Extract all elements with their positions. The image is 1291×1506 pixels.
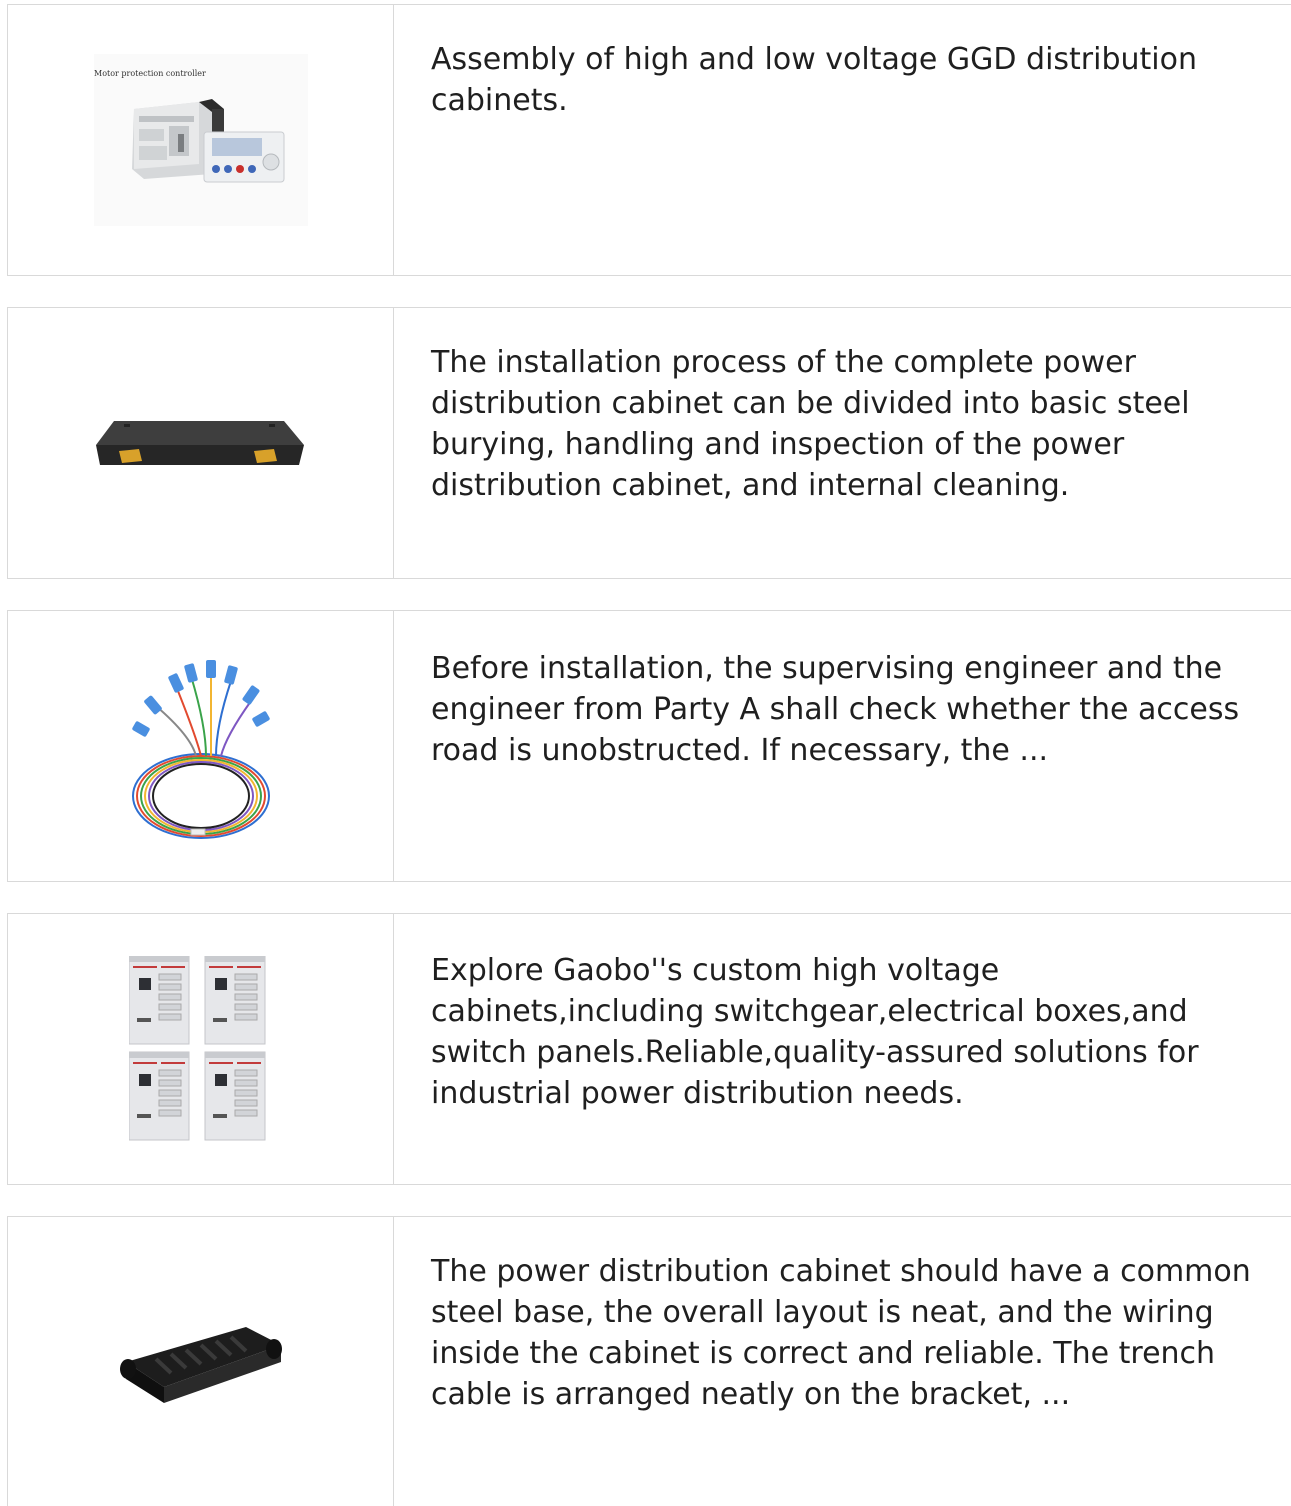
list-item[interactable]: The power distribution cabinet should ha… xyxy=(7,1216,1291,1506)
item-thumbnail[interactable] xyxy=(8,611,394,881)
list-item[interactable]: Motor protection controller Assembly of … xyxy=(7,4,1291,276)
item-description: Before installation, the supervising eng… xyxy=(394,611,1291,881)
list-item[interactable]: Before installation, the supervising eng… xyxy=(7,610,1291,882)
item-description: Assembly of high and low voltage GGD dis… xyxy=(394,5,1291,275)
list-item[interactable]: Explore Gaobo''s custom high voltage cab… xyxy=(7,913,1291,1185)
item-thumbnail[interactable] xyxy=(8,308,394,578)
item-description: Explore Gaobo''s custom high voltage cab… xyxy=(394,914,1291,1184)
item-text[interactable]: The installation process of the complete… xyxy=(431,342,1271,506)
item-thumbnail[interactable]: Motor protection controller xyxy=(8,5,394,275)
article-list: Motor protection controller Assembly of … xyxy=(7,4,1291,1506)
fiber-splice-closure-image xyxy=(119,1326,282,1403)
item-description: The power distribution cabinet should ha… xyxy=(394,1217,1291,1506)
item-thumbnail[interactable] xyxy=(8,1217,394,1506)
item-text[interactable]: Assembly of high and low voltage GGD dis… xyxy=(431,39,1271,121)
high-voltage-cabinets-image xyxy=(128,956,265,1141)
fiber-pigtail-bundle-image xyxy=(131,660,270,839)
item-text[interactable]: Before installation, the supervising eng… xyxy=(431,648,1271,771)
item-text[interactable]: Explore Gaobo''s custom high voltage cab… xyxy=(431,950,1271,1114)
rack-mount-fiber-box-image xyxy=(95,421,304,465)
list-item[interactable]: The installation process of the complete… xyxy=(7,307,1291,579)
item-thumbnail[interactable] xyxy=(8,914,394,1184)
motor-protection-controller-image: Motor protection controller xyxy=(93,54,308,226)
image-caption: Motor protection controller xyxy=(94,69,206,78)
item-description: The installation process of the complete… xyxy=(394,308,1291,578)
item-text[interactable]: The power distribution cabinet should ha… xyxy=(431,1251,1271,1415)
